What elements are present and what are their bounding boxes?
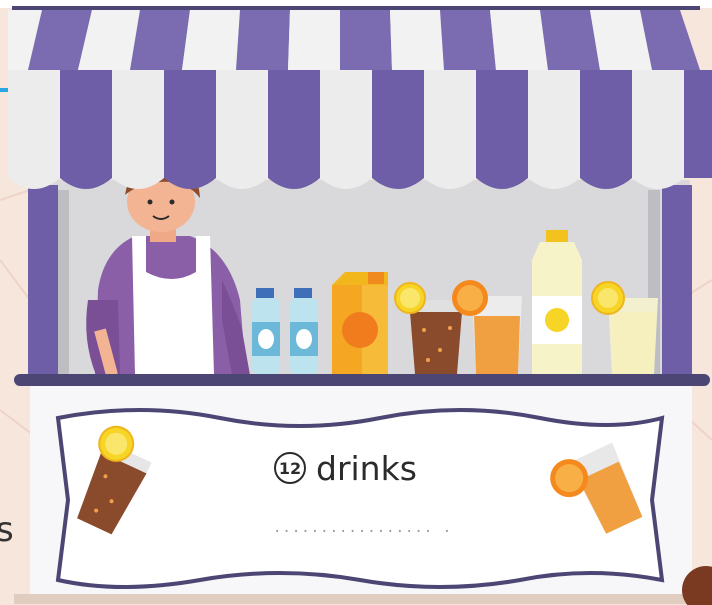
- lemonade-stand-scene: [0, 0, 712, 605]
- edge-text: s: [0, 510, 14, 550]
- left-post: [28, 185, 58, 380]
- juice-carton: [332, 272, 388, 375]
- answer-blank[interactable]: ................. .: [273, 520, 452, 536]
- counter-top: [14, 374, 710, 386]
- sign-frame: [55, 408, 665, 589]
- water-bottle-1: [252, 288, 280, 374]
- right-post: [662, 185, 692, 380]
- water-bottle-2: [290, 288, 318, 374]
- lemonade-bottle: [532, 230, 582, 374]
- awning: [0, 0, 712, 189]
- item-count-badge: 12: [274, 452, 306, 484]
- sign-word: drinks: [316, 448, 417, 488]
- sign-label: 12 drinks: [274, 446, 417, 490]
